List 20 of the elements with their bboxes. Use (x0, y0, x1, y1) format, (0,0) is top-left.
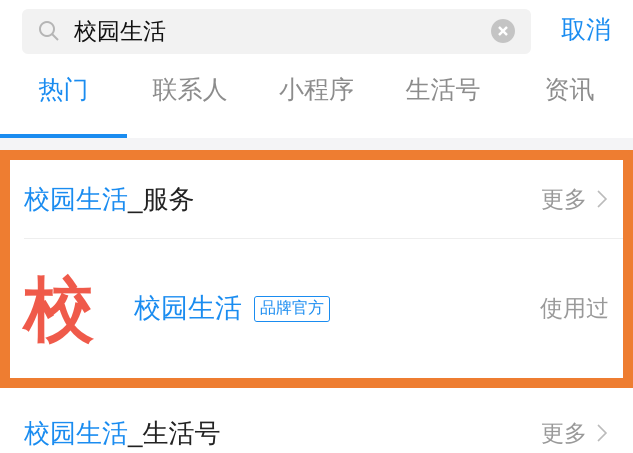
section-title: 校园生活_生活号 (24, 416, 220, 450)
more-link[interactable]: 更多 (541, 416, 607, 450)
tab[interactable]: 生活号 (380, 58, 506, 138)
service-row[interactable]: 校 校园生活 品牌官方 使用过 (24, 238, 623, 378)
more-link[interactable]: 更多 (541, 182, 607, 216)
tab[interactable]: 联系人 (126, 58, 254, 138)
chevron-icon (597, 424, 607, 442)
search-icon (38, 20, 60, 42)
section-title: 校园生活_服务 (24, 182, 194, 216)
clear-icon[interactable] (491, 19, 515, 43)
search-field[interactable]: 校园生活 (22, 8, 531, 54)
usage-status: 使用过 (540, 294, 609, 324)
cancel-button[interactable]: 取消 (561, 12, 611, 50)
logo-glyph: 校 (24, 274, 95, 344)
tab[interactable]: 小程序 (253, 58, 380, 138)
chevron-icon (597, 190, 607, 208)
service-name: 校园生活 (134, 292, 242, 326)
brand-badge: 品牌官方 (254, 296, 330, 322)
search-value: 校园生活 (74, 16, 167, 46)
tab[interactable]: 资讯 (506, 58, 633, 138)
